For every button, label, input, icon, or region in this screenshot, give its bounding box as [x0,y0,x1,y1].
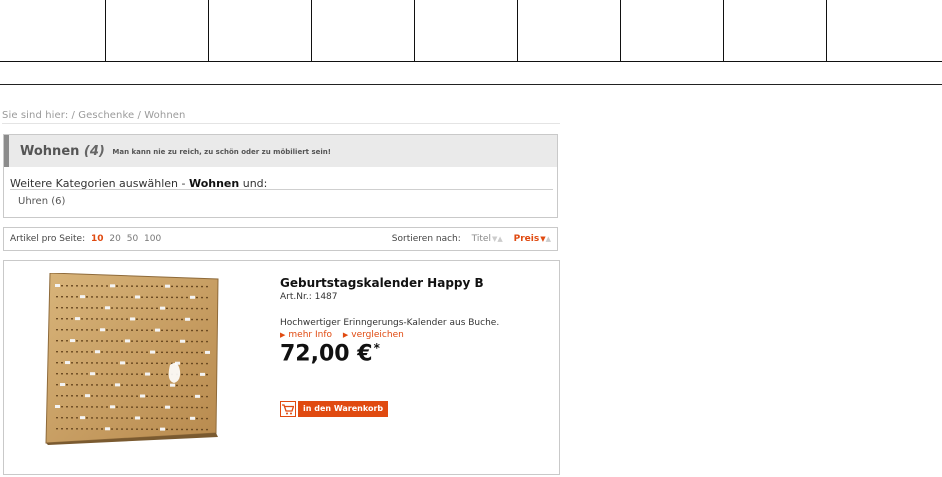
sort-title[interactable]: Titel▼▲ [472,234,503,244]
product-title[interactable]: Geburtstagskalender Happy B [280,276,484,290]
product-art-nr: Art.Nr.: 1487 [280,292,338,302]
more-info-link[interactable]: ▶ mehr Info [280,330,332,340]
items-per-page-label: Artikel pro Seite: [10,234,86,244]
per-page-option[interactable]: 50 [127,234,138,244]
product-price: 72,00 €* [280,341,380,366]
nav-cell[interactable] [518,0,621,62]
category-slogan: Man kann nie zu reich, zu schön oder zu … [112,148,331,156]
compare-link[interactable]: ▶ vergleichen [343,330,404,340]
more-info-label: mehr Info [288,330,332,340]
category-header: Wohnen (4) Man kann nie zu reich, zu sch… [4,135,557,167]
product-image[interactable] [42,273,224,445]
breadcrumb-divider [2,123,560,124]
sort-arrows-icon: ▼▲ [540,235,551,243]
breadcrumb: Sie sind hier: / Geschenke / Wohnen [2,110,186,121]
sort-arrows-icon: ▼▲ [491,235,503,243]
add-to-cart-button[interactable]: in den Warenkorb [280,401,389,417]
category-name: Wohnen [20,144,80,159]
nav-cell[interactable] [621,0,724,62]
per-page-option[interactable]: 20 [109,234,120,244]
product-links: ▶ mehr Info ▶ vergleichen [280,330,412,340]
nav-cell[interactable] [0,0,106,62]
header-divider [0,84,942,85]
category-count: (4) [83,144,105,159]
nav-cell[interactable] [415,0,518,62]
sort-price-label: Preis [513,234,540,244]
sort-price[interactable]: Preis▼▲ [514,234,551,244]
category-title: Wohnen (4) Man kann nie zu reich, zu sch… [20,144,331,159]
nav-cell[interactable] [312,0,415,62]
sort-label: Sortieren nach: [391,234,461,244]
product-card: Geburtstagskalender Happy B Art.Nr.: 148… [3,260,560,475]
price-value: 72,00 € [280,341,373,367]
per-page-option[interactable]: 10 [91,234,104,244]
category-divider [10,189,553,190]
nav-cell[interactable] [106,0,209,62]
nav-cell[interactable] [724,0,827,62]
nav-cell[interactable] [827,0,942,62]
items-per-page: Artikel pro Seite: 10 20 50 100 [10,234,161,244]
category-box: Wohnen (4) Man kann nie zu reich, zu sch… [3,134,558,218]
per-page-option[interactable]: 100 [144,234,161,244]
triangle-right-icon: ▶ [280,331,286,339]
subcategory-link[interactable]: Uhren (6) [18,196,65,207]
sort-title-label: Titel [471,234,491,244]
add-to-cart-label: in den Warenkorb [298,401,389,417]
product-description: Hochwertiger Erinngerungs-Kalender aus B… [280,318,500,328]
price-note: * [373,341,380,355]
triangle-right-icon: ▶ [342,331,349,339]
compare-label: vergleichen [351,330,404,340]
nav-cell[interactable] [209,0,312,62]
top-navigation [0,0,942,64]
sort-controls: Sortieren nach: Titel▼▲ Preis▼▲ [392,234,551,244]
shopping-cart-icon [280,401,296,417]
paging-bar: Artikel pro Seite: 10 20 50 100 Sortiere… [3,227,558,251]
